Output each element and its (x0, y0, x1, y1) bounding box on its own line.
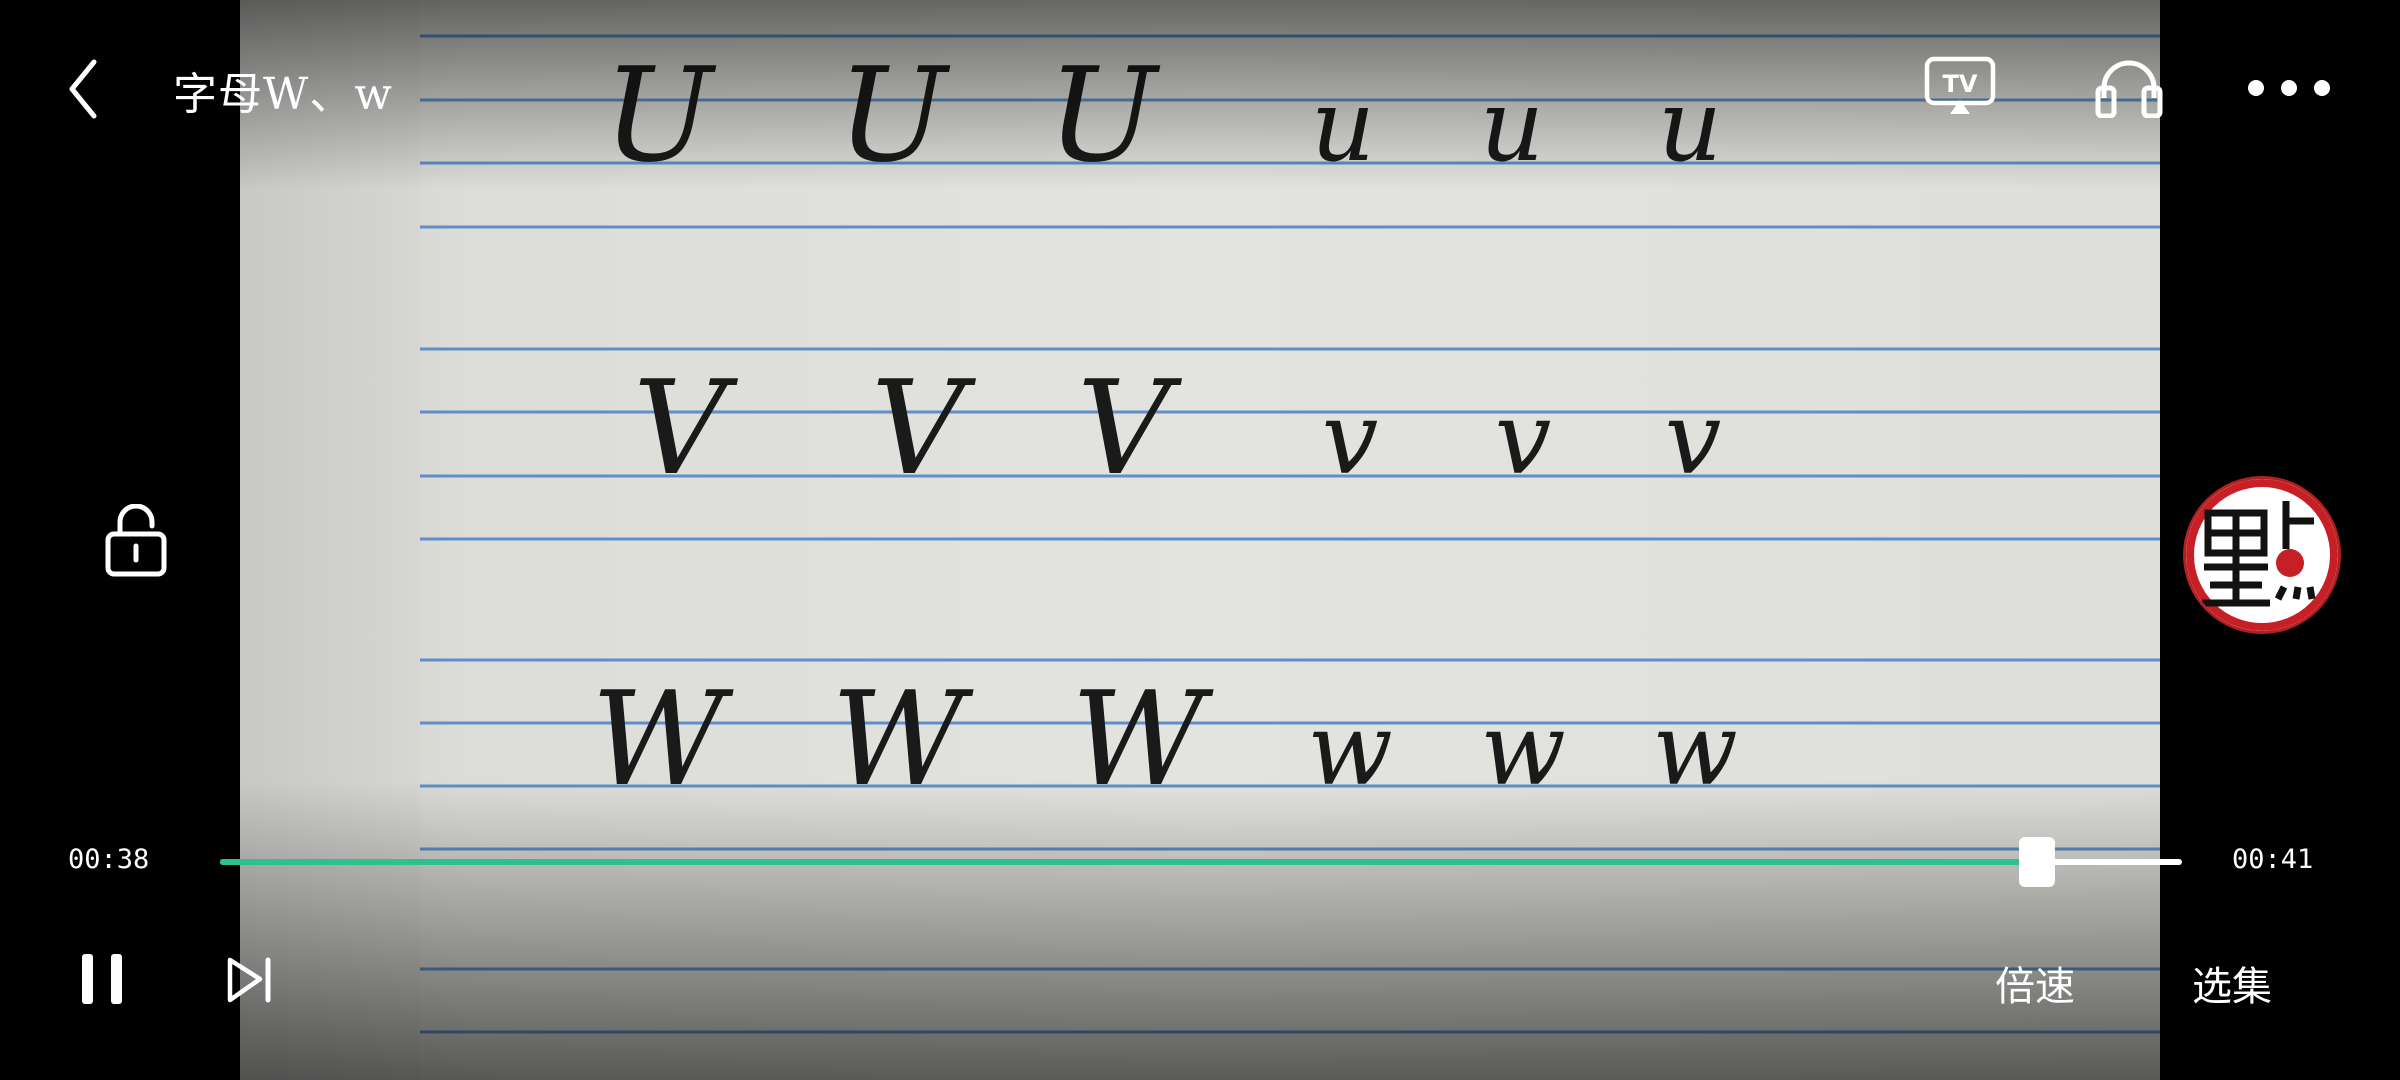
next-icon[interactable] (224, 955, 276, 1007)
video-frame[interactable]: U U U u u u V V V v v v W W W w w w (240, 0, 2160, 1080)
letter: v (1322, 380, 1379, 497)
notebook-lines: U U U u u u V V V v v v W W W w w w (420, 34, 2160, 1034)
video-title: 字母W、w (173, 69, 393, 120)
progress-track[interactable] (220, 859, 2182, 865)
letter: w (1480, 691, 1566, 808)
letter: v (1495, 380, 1552, 497)
back-icon[interactable] (62, 56, 108, 122)
tv-cast-icon[interactable]: TV (1924, 56, 1996, 118)
progress-fill (220, 859, 2037, 865)
letter: U (837, 39, 951, 191)
letter: U (603, 39, 717, 191)
headphones-icon[interactable] (2094, 58, 2164, 118)
episodes-button[interactable]: 选集 (2192, 954, 2272, 1012)
channel-logo[interactable] (2186, 479, 2338, 631)
letter: u (1658, 67, 1722, 184)
letter: U (1047, 39, 1161, 191)
current-time: 00:38 (68, 844, 150, 875)
letter: u (1311, 67, 1375, 184)
letter: V (871, 352, 976, 504)
letter: W (591, 663, 734, 815)
letter: u (1480, 67, 1544, 184)
letter: W (1071, 663, 1214, 815)
letter: V (1077, 352, 1182, 504)
letter: V (633, 352, 738, 504)
unlock-icon[interactable] (104, 504, 168, 578)
letter: w (1307, 691, 1393, 808)
letter: w (1652, 691, 1738, 808)
speed-button[interactable]: 倍速 (1995, 954, 2075, 1012)
total-time: 00:41 (2232, 844, 2314, 875)
letter: W (831, 663, 974, 815)
more-icon[interactable] (2244, 76, 2334, 100)
letter: v (1665, 380, 1722, 497)
svg-text:TV: TV (1943, 70, 1978, 98)
progress-thumb[interactable] (2018, 837, 2055, 887)
pause-icon[interactable] (80, 952, 124, 1006)
